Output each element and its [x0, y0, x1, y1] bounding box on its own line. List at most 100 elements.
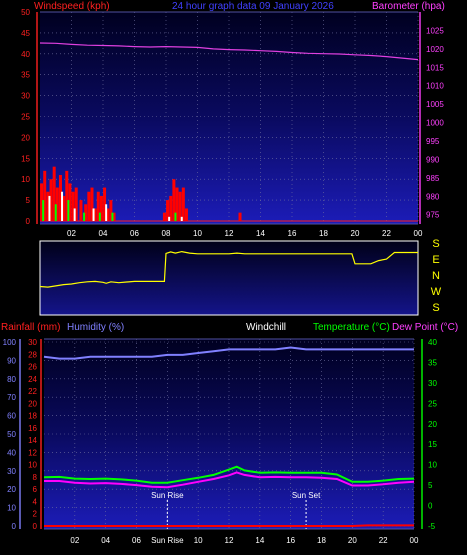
humidity-tick-label: 70 — [7, 393, 16, 402]
sunset-label: Sun Set — [292, 491, 321, 500]
humidity-tick-label: 0 — [12, 522, 17, 531]
rainfall-tick-label: 12 — [28, 448, 37, 457]
compass-label: W — [431, 286, 442, 298]
chart-title: 24 hour graph data 09 January 2026 — [172, 1, 334, 12]
windspeed-barometer-chart: 02 04 06 08 10 12 14 16 18 20 22 000510152025303540… — [21, 8, 444, 238]
x-tick-label: 10 — [194, 536, 203, 545]
y-left-tick-label: 10 — [21, 175, 30, 184]
x-tick-label: 22 — [382, 229, 391, 238]
rainfall-tick-label: 2 — [33, 510, 38, 519]
x-tick-label: 06 — [132, 536, 141, 545]
rainfall-tick-label: 6 — [33, 485, 38, 494]
temperature-tick-label: 40 — [428, 338, 437, 347]
y-left-tick-label: 35 — [21, 71, 30, 80]
rainfall-line — [44, 524, 414, 527]
temperature-tick-label: -5 — [428, 522, 436, 531]
rainfall-tick-label: 8 — [33, 473, 38, 482]
y-left-tick-label: 0 — [26, 217, 31, 226]
rainfall-tick-label: 24 — [28, 375, 37, 384]
rainfall-tick-label: 20 — [28, 399, 37, 408]
rainfall-tick-label: 0 — [33, 522, 38, 531]
y-right-tick-label: 995 — [426, 137, 440, 146]
x-tick-label: 18 — [317, 536, 326, 545]
x-tick-label: 06 — [130, 229, 139, 238]
y-left-tick-label: 20 — [21, 133, 30, 142]
rainfall-tick-label: 26 — [28, 363, 37, 372]
temperature-tick-label: 20 — [428, 420, 437, 429]
y-left-tick-label: 45 — [21, 29, 30, 38]
y-right-tick-label: 975 — [426, 211, 440, 220]
x-tick-label: 12 — [225, 536, 234, 545]
humidity-tick-label: 30 — [7, 467, 16, 476]
humidity-tick-label: 50 — [7, 430, 16, 439]
y-left-tick-label: 25 — [21, 113, 30, 122]
temperature-tick-label: 15 — [428, 440, 437, 449]
rainfall-axis-title: Rainfall (mm) — [1, 322, 60, 333]
rainfall-tick-label: 22 — [28, 387, 37, 396]
temperature-tick-label: 10 — [428, 461, 437, 470]
x-tick-label: 02 — [70, 536, 79, 545]
x-tick-label: 04 — [99, 229, 108, 238]
temperature-tick-label: 35 — [428, 358, 437, 367]
y-left-tick-label: 30 — [21, 92, 30, 101]
humidity-tick-label: 40 — [7, 448, 16, 457]
x-tick-label: 00 — [414, 229, 423, 238]
humidity-tick-label: 100 — [3, 338, 17, 347]
rainfall-tick-label: 28 — [28, 350, 37, 359]
x-tick-label: 20 — [348, 536, 357, 545]
x-tick-label: 08 — [162, 229, 171, 238]
temperature-tick-label: 30 — [428, 379, 437, 388]
y-right-tick-label: 1010 — [426, 82, 444, 91]
y-left-tick-label: 40 — [21, 50, 30, 59]
x-tick-label: 16 — [286, 536, 295, 545]
humidity-tick-label: 10 — [7, 504, 16, 513]
y-left-tick-label: 15 — [21, 154, 30, 163]
x-tick-label: 12 — [225, 229, 234, 238]
windchill-axis-title: Windchill — [246, 322, 286, 333]
direction-background — [39, 240, 419, 316]
rainfall-tick-label: 10 — [28, 461, 37, 470]
x-tick-label: 14 — [256, 229, 265, 238]
rainfall-tick-label: 30 — [28, 338, 37, 347]
wind-direction-chart: SENWS — [39, 238, 442, 316]
x-tick-label: 02 — [67, 229, 76, 238]
y-right-tick-label: 1005 — [426, 100, 444, 109]
y-left-tick-label: 50 — [21, 8, 30, 17]
humidity-tick-label: 20 — [7, 485, 16, 494]
compass-label: S — [432, 238, 439, 250]
temperature-tick-label: 0 — [428, 502, 433, 511]
compass-label: S — [432, 302, 439, 314]
compass-label: E — [432, 254, 439, 266]
windspeed-axis-title: Windspeed (kph) — [34, 1, 110, 12]
temperature-tick-label: 5 — [428, 481, 433, 490]
humidity-axis-title: Humidity (%) — [67, 322, 124, 333]
x-tick-label: 10 — [193, 229, 202, 238]
x-tick-label: Sun Rise — [151, 536, 184, 545]
weather-graphs: Windspeed (kph) 24 hour graph data 09 Ja… — [1, 1, 458, 545]
y-right-tick-label: 980 — [426, 192, 440, 201]
x-tick-label: 16 — [288, 229, 297, 238]
x-tick-label: 14 — [255, 536, 264, 545]
x-tick-label: 20 — [351, 229, 360, 238]
y-right-tick-label: 985 — [426, 174, 440, 183]
humidity-tick-label: 90 — [7, 356, 16, 365]
y-right-tick-label: 1015 — [426, 63, 444, 72]
y-right-tick-label: 1020 — [426, 45, 444, 54]
dewpoint-axis-title: Dew Point (°C) — [392, 322, 458, 333]
compass-label: N — [432, 270, 440, 282]
x-tick-label: 04 — [101, 536, 110, 545]
rainfall-tick-label: 16 — [28, 424, 37, 433]
x-tick-label: 18 — [319, 229, 328, 238]
y-right-tick-label: 1000 — [426, 119, 444, 128]
humidity-tick-label: 80 — [7, 375, 16, 384]
rainfall-tick-label: 14 — [28, 436, 37, 445]
temperature-humidity-chart: 02 04 06 Sun Rise 10 12 14 16 18 20 22 000102030405… — [3, 338, 438, 545]
humidity-tick-label: 60 — [7, 412, 16, 421]
rainfall-tick-label: 18 — [28, 412, 37, 421]
y-right-tick-label: 1025 — [426, 26, 444, 35]
x-tick-label: 22 — [379, 536, 388, 545]
temperature-tick-label: 25 — [428, 399, 437, 408]
sunrise-label: Sun Rise — [151, 491, 184, 500]
rainfall-tick-label: 4 — [33, 497, 38, 506]
barometer-axis-title: Barometer (hpa) — [372, 1, 445, 12]
